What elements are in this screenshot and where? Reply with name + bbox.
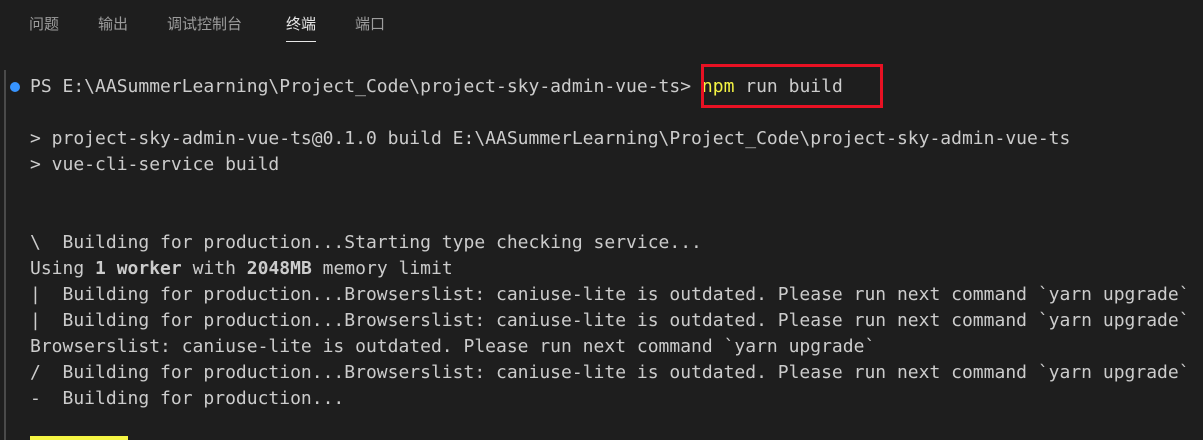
terminal-prompt: PS E:\AASummerLearning\Project_Code\proj… bbox=[30, 76, 692, 97]
tab-terminal-label: 终端 bbox=[286, 15, 317, 33]
worker-count: 1 worker bbox=[95, 258, 182, 279]
tab-terminal[interactable]: 终端 bbox=[286, 14, 317, 42]
terminal-view[interactable]: PS E:\AASummerLearning\Project_Code\proj… bbox=[0, 48, 1203, 440]
using-prefix: Using bbox=[30, 258, 96, 279]
script-line-service: > vue-cli-service build bbox=[30, 154, 280, 175]
tab-problems[interactable]: 问题 bbox=[29, 14, 59, 34]
terminal-cursor bbox=[30, 436, 128, 440]
command-annotation-box bbox=[701, 64, 883, 108]
progress-line-2: | Building for production...Browserslist… bbox=[30, 284, 1190, 305]
progress-line-1: \ Building for production...Starting typ… bbox=[30, 232, 702, 253]
tab-debug-console[interactable]: 调试控制台 bbox=[167, 14, 242, 34]
script-line-build: > project-sky-admin-vue-ts@0.1.0 build E… bbox=[30, 128, 1071, 149]
progress-line-5: - Building for production... bbox=[30, 388, 345, 409]
with-text: with bbox=[181, 258, 247, 279]
circle-dot-icon[interactable] bbox=[10, 82, 20, 92]
browserslist-warning-line: Browserslist: caniuse-lite is outdated. … bbox=[30, 336, 876, 357]
tab-ports[interactable]: 端口 bbox=[355, 14, 385, 34]
memory-suffix: memory limit bbox=[311, 258, 453, 279]
memory-value: 2048MB bbox=[246, 258, 312, 279]
progress-line-4: / Building for production...Browserslist… bbox=[30, 362, 1190, 383]
tab-output[interactable]: 输出 bbox=[98, 14, 128, 34]
progress-line-3: | Building for production...Browserslist… bbox=[30, 310, 1190, 331]
panel-tab-bar: 问题 输出 调试控制台 终端 端口 bbox=[0, 0, 1203, 48]
active-tab-indicator bbox=[286, 41, 317, 42]
terminal-gutter bbox=[4, 70, 6, 440]
worker-info-line: Using 1 worker with 2048MB memory limit bbox=[30, 256, 453, 282]
